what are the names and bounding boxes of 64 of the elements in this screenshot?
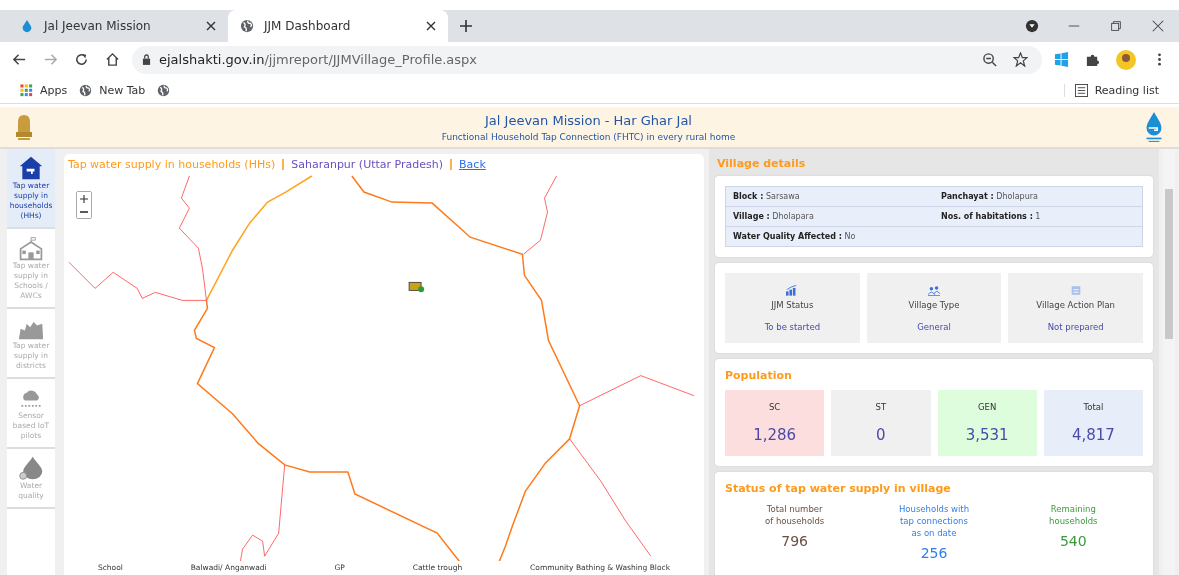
school-building-icon bbox=[17, 235, 45, 261]
tile-label: ST bbox=[875, 402, 887, 412]
tile-value: To be started bbox=[764, 321, 821, 332]
map-title: Tap water supply in households (HHs) bbox=[68, 158, 276, 171]
detail-field: Panchayat : Dholapura bbox=[934, 187, 1142, 207]
zoom-in-button[interactable] bbox=[77, 192, 91, 205]
tile-value: General bbox=[917, 321, 951, 332]
tile-label: Total bbox=[1083, 402, 1104, 412]
tile-label: JJM Status bbox=[771, 299, 814, 310]
plus-icon bbox=[80, 194, 88, 203]
url-text: ejalshakti.gov.in/jjmreport/JJMVillage_Profile.aspx bbox=[159, 52, 478, 67]
tile-label: SC bbox=[768, 402, 781, 412]
new-tab-icon[interactable] bbox=[460, 20, 472, 32]
people-icon bbox=[928, 284, 940, 296]
lock-icon bbox=[142, 54, 151, 65]
apps-grid-icon bbox=[20, 83, 33, 97]
bookmark-item[interactable]: New Tab bbox=[79, 83, 146, 97]
browser-tab[interactable]: JJM Dashboard bbox=[228, 10, 448, 42]
section-title: Population bbox=[725, 369, 793, 382]
tile-label: Village Action Plan bbox=[1036, 299, 1115, 310]
water-drop-icon bbox=[20, 19, 34, 33]
globe-icon bbox=[240, 19, 254, 33]
stat-value: 256 bbox=[920, 545, 948, 561]
globe-icon bbox=[157, 83, 171, 97]
browser-tab[interactable]: Jal Jeevan Mission bbox=[8, 10, 228, 42]
site-subtitle: Functional Household Tap Connection (FHTC) in every rural home bbox=[441, 131, 736, 142]
emblem-icon bbox=[14, 112, 34, 142]
tab-search-icon[interactable] bbox=[1025, 19, 1039, 33]
detail-field: Water Quality Affected : No bbox=[726, 227, 1142, 246]
tile-label: Village Type bbox=[908, 299, 960, 310]
scrollbar[interactable] bbox=[1163, 149, 1175, 575]
section-title: Status of tap water supply in village bbox=[725, 482, 952, 495]
stat-label: Remaining households bbox=[1048, 503, 1099, 527]
bookmark-item[interactable]: Apps bbox=[20, 83, 68, 97]
address-bar[interactable]: ejalshakti.gov.in/jjmreport/JJMVillage_Profile.aspx bbox=[132, 45, 1042, 74]
plan-icon bbox=[1069, 284, 1082, 296]
stat-value: 796 bbox=[781, 533, 809, 549]
stat-label: Total number of households bbox=[764, 503, 825, 527]
tab-title: Jal Jeevan Mission bbox=[44, 19, 152, 33]
restore-icon[interactable] bbox=[1109, 19, 1123, 33]
tile-value: Not prepared bbox=[1047, 321, 1104, 332]
stat-value: 540 bbox=[1059, 533, 1087, 549]
site-title: Jal Jeevan Mission - Har Ghar Jal bbox=[485, 112, 692, 128]
water-drop-icon bbox=[17, 455, 45, 481]
tab-title: JJM Dashboard bbox=[264, 19, 352, 33]
population-count: 1,286 bbox=[753, 426, 797, 444]
reading-list-button[interactable]: Reading list bbox=[1063, 83, 1159, 97]
close-icon[interactable] bbox=[426, 21, 436, 31]
section-title: Village details bbox=[716, 156, 807, 170]
stat-label: Households with tap connections as on date bbox=[898, 503, 970, 539]
detail-field: Nos. of habitations : 1 bbox=[934, 207, 1142, 227]
close-icon[interactable] bbox=[1151, 19, 1165, 33]
detail-field: Block : Sarsawa bbox=[726, 187, 934, 207]
tile-label: GEN bbox=[977, 402, 997, 412]
population-count: 4,817 bbox=[1071, 426, 1115, 444]
location-name: Saharanpur (Uttar Pradesh) bbox=[291, 158, 444, 171]
population-count: 0 bbox=[876, 426, 886, 444]
back-link[interactable]: Back bbox=[459, 158, 486, 171]
list-icon bbox=[1074, 83, 1088, 97]
detail-field: Village : Dholapara bbox=[726, 207, 934, 227]
globe-icon bbox=[79, 83, 93, 97]
bar-chart-icon bbox=[786, 284, 799, 296]
close-icon[interactable] bbox=[206, 21, 216, 31]
population-count: 3,531 bbox=[965, 426, 1009, 444]
